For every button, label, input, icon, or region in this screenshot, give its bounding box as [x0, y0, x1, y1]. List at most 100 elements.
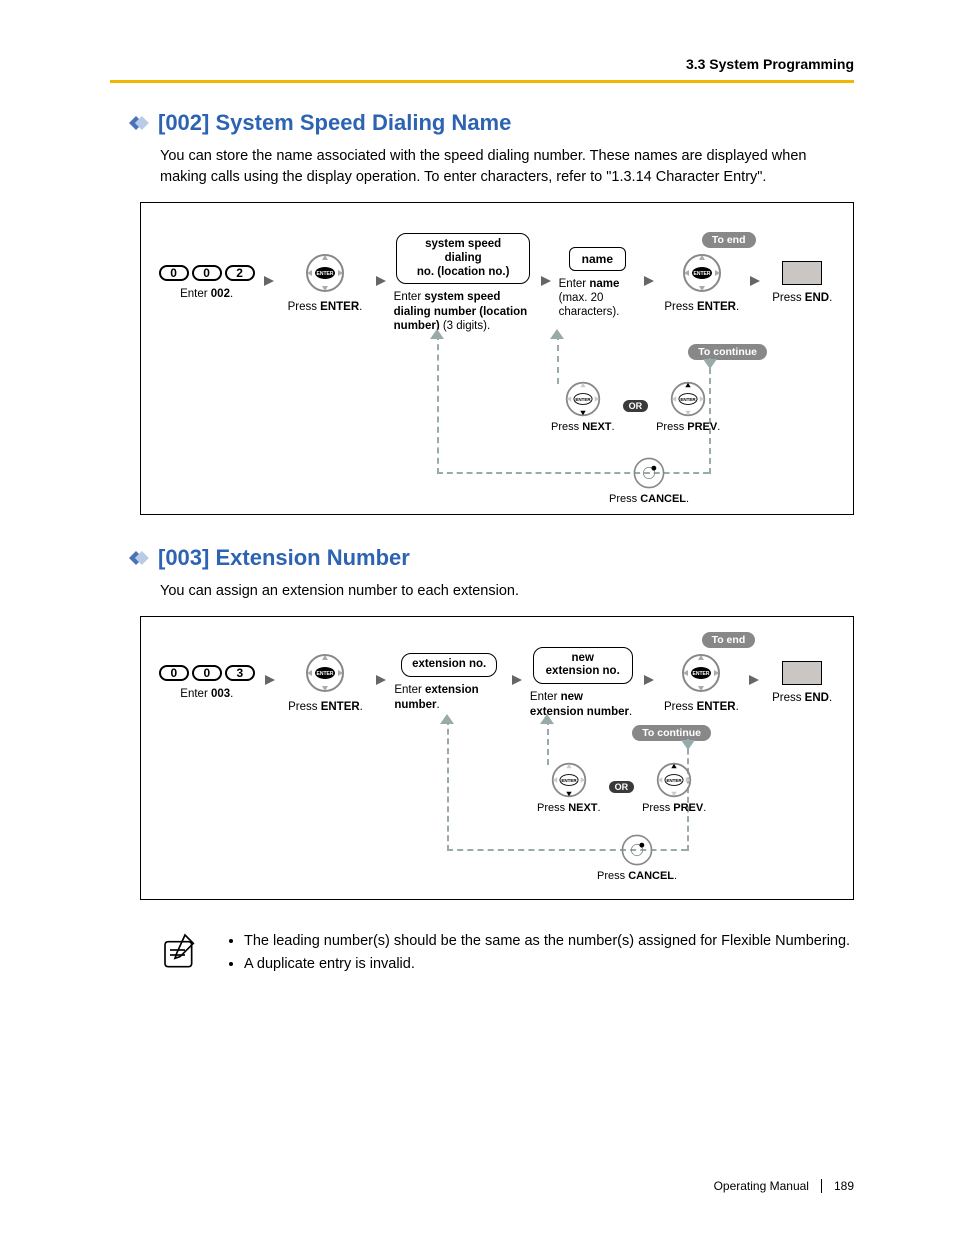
heading-002: [002] System Speed Dialing Name: [158, 110, 511, 136]
enter-navpad-icon: ENTER: [304, 652, 346, 694]
notepad-icon: [160, 930, 200, 975]
to-continue-tag: To continue: [632, 725, 711, 741]
navpad-next-icon: ENTER: [550, 761, 588, 799]
caption-text: .: [686, 493, 689, 505]
caption-text: .: [360, 701, 363, 713]
step-location-no: system speed dialing no. (location no.) …: [394, 233, 533, 334]
step-press-prev: ENTER Press PREV.: [656, 380, 720, 433]
caption-text: Enter: [180, 688, 211, 700]
step-press-end: Press END.: [768, 261, 838, 305]
notes-list: The leading number(s) should be the same…: [244, 930, 850, 976]
caption-bold: ENTER: [697, 301, 736, 313]
key-digit: 0: [159, 665, 189, 681]
key-digit: 3: [225, 665, 255, 681]
caption-bold: ENTER: [321, 701, 360, 713]
key-digit: 0: [192, 665, 222, 681]
arrow-icon: [642, 673, 656, 692]
footer-page-number: 189: [834, 1179, 854, 1193]
arrowhead-down-icon: [681, 737, 695, 755]
loop-zone: To continue ENTER Press NEXT. OR ENTER P…: [157, 725, 837, 885]
heading-row-002: [002] System Speed Dialing Name: [122, 110, 854, 136]
or-badge: OR: [623, 400, 649, 412]
svg-text:ENTER: ENTER: [667, 778, 683, 783]
box-text: extension no.: [544, 665, 622, 679]
paragraph-002: You can store the name associated with t…: [160, 146, 854, 188]
arrow-icon: [374, 274, 388, 293]
svg-text:ENTER: ENTER: [316, 271, 333, 277]
caption-text: .: [629, 706, 632, 718]
caption-text: .: [359, 301, 362, 313]
caption-text: Enter: [180, 288, 211, 300]
caption-text: (max. 20 characters).: [559, 292, 620, 318]
arrow-icon: [747, 673, 761, 692]
page: 3.3 System Programming [002] System Spee…: [0, 0, 954, 1235]
arrowhead-up-icon: [540, 713, 554, 731]
caption-text: Enter: [559, 278, 590, 290]
arrow-icon: [262, 274, 276, 293]
section-header: 3.3 System Programming: [686, 56, 854, 72]
to-end-tag: To end: [702, 632, 756, 648]
caption-bold: CANCEL: [640, 493, 686, 505]
caption-bold: NEXT: [568, 802, 597, 814]
header-divider: [110, 80, 854, 83]
caption-text: Enter: [530, 691, 561, 703]
navpad-cancel-icon: [632, 456, 666, 490]
or-badge: OR: [609, 781, 635, 793]
caption-text: Press: [597, 870, 628, 882]
caption-text: .: [736, 701, 739, 713]
heading-003: [003] Extension Number: [158, 545, 410, 571]
caption-text: Press: [288, 701, 321, 713]
caption-text: .: [612, 421, 615, 433]
caption-bold: END: [805, 292, 829, 304]
box-text: no. (location no.): [407, 266, 519, 280]
step-new-extension-no: new extension no. Enter new extension nu…: [530, 647, 636, 719]
flow-diagram-003: 0 0 3 Enter 003. ENTER Press ENTER. exte…: [140, 616, 854, 900]
caption-bold: PREV: [687, 421, 717, 433]
caption-text: Press: [288, 301, 321, 313]
step-press-enter: ENTER Press ENTER.: [283, 652, 369, 714]
step-press-next: ENTER Press NEXT.: [551, 380, 615, 433]
step-press-next: ENTER Press NEXT.: [537, 761, 601, 814]
caption-text: Enter: [394, 291, 425, 303]
page-content: [002] System Speed Dialing Name You can …: [100, 110, 854, 976]
caption-text: (3 digits).: [440, 320, 491, 332]
svg-text:ENTER: ENTER: [693, 671, 710, 677]
notes-block: The leading number(s) should be the same…: [160, 930, 854, 976]
caption-bold: CANCEL: [628, 870, 674, 882]
caption-text: .: [230, 288, 233, 300]
diamond-icon: [122, 112, 150, 134]
box-text: new: [544, 652, 622, 666]
step-press-prev: ENTER Press PREV.: [642, 761, 706, 814]
key-digit: 2: [225, 265, 255, 281]
arrowhead-up-icon: [430, 328, 444, 346]
end-box-icon: [782, 261, 822, 285]
caption-text: Press: [772, 292, 805, 304]
caption-text: .: [829, 292, 832, 304]
box-text: name: [569, 247, 626, 271]
caption-bold: ENTER: [320, 301, 359, 313]
arrowhead-up-icon: [440, 713, 454, 731]
heading-row-003: [003] Extension Number: [122, 545, 854, 571]
footer-manual: Operating Manual: [714, 1179, 809, 1193]
arrow-icon: [263, 673, 277, 692]
to-end-tag: To end: [702, 232, 756, 248]
caption-bold: END: [805, 692, 829, 704]
end-box-icon: [782, 661, 822, 685]
caption-text: .: [437, 699, 440, 711]
navpad-next-icon: ENTER: [564, 380, 602, 418]
caption-text: .: [717, 421, 720, 433]
caption-text: .: [598, 802, 601, 814]
caption-text: Press: [772, 692, 805, 704]
caption-bold: ENTER: [697, 701, 736, 713]
step-enter-code: 0 0 3 Enter 003.: [157, 665, 257, 701]
arrow-icon: [374, 673, 388, 692]
caption-bold: NEXT: [582, 421, 611, 433]
caption-bold: PREV: [673, 802, 703, 814]
svg-text:ENTER: ENTER: [575, 396, 591, 401]
loop-zone: To continue ENTER Press NEXT. OR ENTER: [157, 340, 837, 500]
caption-text: Press: [664, 301, 697, 313]
navpad-cancel-icon: [620, 833, 654, 867]
caption-text: Press: [551, 421, 582, 433]
step-press-enter-2: To end ENTER Press ENTER.: [662, 652, 742, 714]
box-text: system speed dialing: [407, 238, 519, 266]
